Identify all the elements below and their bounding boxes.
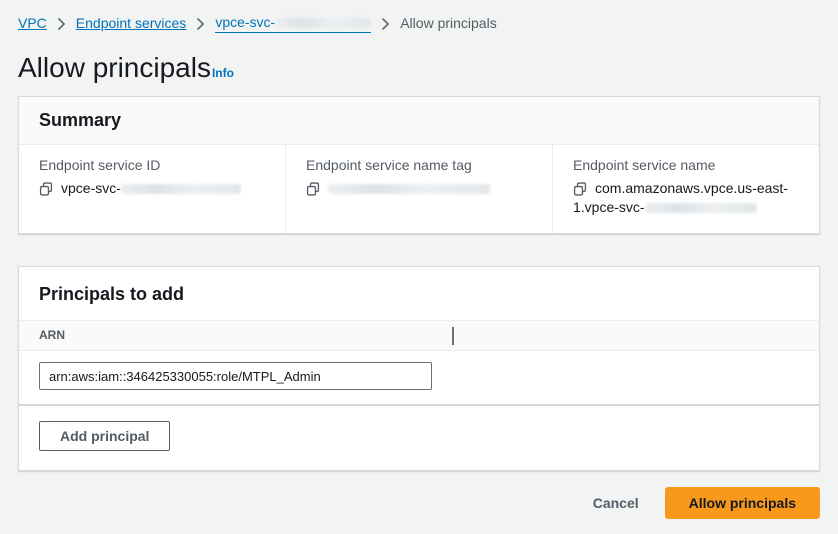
summary-panel-header: Summary: [19, 97, 819, 145]
redacted-value: [645, 203, 757, 213]
principals-panel-header: Principals to add: [19, 267, 819, 320]
breadcrumb: VPC Endpoint services vpce-svc- Allow pr…: [18, 14, 820, 33]
field-value: vpce-svc-: [39, 179, 265, 198]
field-value: [306, 179, 532, 198]
arn-column-header: ARN: [39, 328, 65, 342]
page-title-row: Allow principals Info: [18, 51, 820, 84]
breadcrumb-service-id-prefix: vpce-svc-: [215, 14, 275, 30]
summary-title: Summary: [39, 110, 799, 131]
form-actions: Cancel Allow principals: [18, 487, 820, 519]
redacted-text: [275, 18, 371, 28]
redacted-value: [121, 184, 241, 194]
summary-field-endpoint-service-name: Endpoint service name com.amazonaws.vpce…: [552, 145, 819, 233]
add-principal-button[interactable]: Add principal: [39, 421, 170, 451]
chevron-right-icon: [381, 17, 390, 31]
summary-field-endpoint-service-name-tag: Endpoint service name tag: [285, 145, 552, 233]
principals-panel-footer: Add principal: [19, 404, 819, 470]
arn-input-row: [19, 351, 819, 404]
info-link[interactable]: Info: [212, 66, 234, 80]
field-value: com.amazonaws.vpce.us-east-1.vpce-svc-: [573, 179, 799, 217]
summary-field-endpoint-service-id: Endpoint service ID vpce-svc-: [19, 145, 285, 233]
principals-title: Principals to add: [39, 284, 799, 305]
allow-principals-page: VPC Endpoint services vpce-svc- Allow pr…: [0, 0, 838, 534]
breadcrumb-link-endpoint-services[interactable]: Endpoint services: [76, 15, 187, 32]
cancel-button[interactable]: Cancel: [587, 490, 645, 516]
field-label: Endpoint service ID: [39, 157, 265, 174]
principals-to-add-panel: Principals to add ARN Add principal: [18, 266, 820, 471]
field-label: Endpoint service name tag: [306, 157, 532, 174]
redacted-value: [328, 184, 490, 194]
chevron-right-icon: [57, 17, 66, 31]
arn-input[interactable]: [39, 362, 432, 390]
breadcrumb-current-page: Allow principals: [400, 15, 496, 32]
page-title: Allow principals: [18, 51, 211, 84]
allow-principals-button[interactable]: Allow principals: [665, 487, 820, 519]
copy-icon[interactable]: [306, 182, 320, 196]
field-label: Endpoint service name: [573, 157, 799, 174]
column-resize-divider[interactable]: [452, 327, 454, 345]
summary-grid: Endpoint service ID vpce-svc- Endpoint s…: [19, 145, 819, 233]
copy-icon[interactable]: [573, 182, 587, 196]
arn-column-header-row: ARN: [19, 320, 819, 351]
chevron-right-icon: [196, 17, 205, 31]
summary-panel: Summary Endpoint service ID vpce-svc- En…: [18, 96, 820, 234]
copy-icon[interactable]: [39, 182, 53, 196]
breadcrumb-link-endpoint-service-id[interactable]: vpce-svc-: [215, 14, 371, 33]
value-text: vpce-svc-: [61, 180, 121, 196]
breadcrumb-link-vpc[interactable]: VPC: [18, 15, 47, 32]
